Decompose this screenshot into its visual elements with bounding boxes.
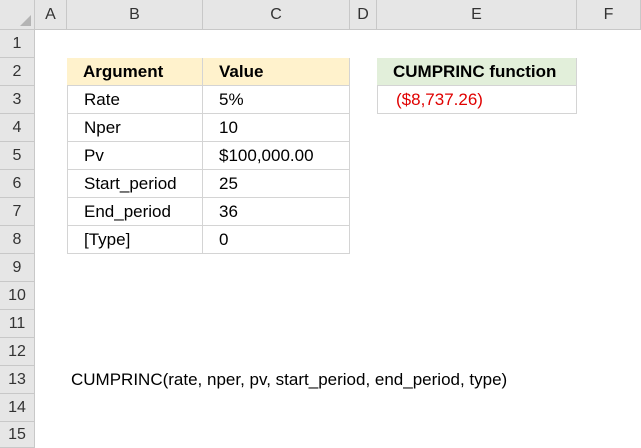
cell-b5[interactable]: Pv [67,142,203,170]
row-header-1[interactable]: 1 [0,30,35,58]
column-header-f[interactable]: F [577,0,641,30]
cell-c6[interactable]: 25 [203,170,350,198]
cell-e2-function-header[interactable]: CUMPRINC function [377,58,577,86]
cell-b6[interactable]: Start_period [67,170,203,198]
spreadsheet-grid: A B C D E F 1 2 3 4 5 6 7 8 9 10 11 12 1… [0,0,641,448]
row-header-10[interactable]: 10 [0,282,35,310]
column-header-e[interactable]: E [377,0,577,30]
row-header-11[interactable]: 11 [0,310,35,338]
row-header-2[interactable]: 2 [0,58,35,86]
cell-b8[interactable]: [Type] [67,226,203,254]
row-header-3[interactable]: 3 [0,86,35,114]
cell-c7[interactable]: 36 [203,198,350,226]
row-header-7[interactable]: 7 [0,198,35,226]
row-header-8[interactable]: 8 [0,226,35,254]
cell-c2-value-header[interactable]: Value [203,58,350,86]
cell-e3-result[interactable]: ($8,737.26) [377,86,577,114]
cell-b13-syntax[interactable]: CUMPRINC(rate, nper, pv, start_period, e… [67,366,627,394]
row-header-4[interactable]: 4 [0,114,35,142]
cell-c5[interactable]: $100,000.00 [203,142,350,170]
cell-c4[interactable]: 10 [203,114,350,142]
row-header-6[interactable]: 6 [0,170,35,198]
row-header-9[interactable]: 9 [0,254,35,282]
cell-b2-argument-header[interactable]: Argument [67,58,203,86]
cell-c3[interactable]: 5% [203,86,350,114]
cell-b7[interactable]: End_period [67,198,203,226]
cell-c8[interactable]: 0 [203,226,350,254]
row-header-14[interactable]: 14 [0,394,35,422]
row-header-13[interactable]: 13 [0,366,35,394]
cell-b3[interactable]: Rate [67,86,203,114]
column-header-a[interactable]: A [35,0,67,30]
column-header-b[interactable]: B [67,0,203,30]
select-all-corner[interactable] [0,0,35,30]
row-header-15[interactable]: 15 [0,422,35,448]
column-header-d[interactable]: D [350,0,377,30]
cell-b4[interactable]: Nper [67,114,203,142]
row-header-12[interactable]: 12 [0,338,35,366]
row-header-5[interactable]: 5 [0,142,35,170]
column-header-c[interactable]: C [203,0,350,30]
select-all-triangle-icon [20,15,31,26]
